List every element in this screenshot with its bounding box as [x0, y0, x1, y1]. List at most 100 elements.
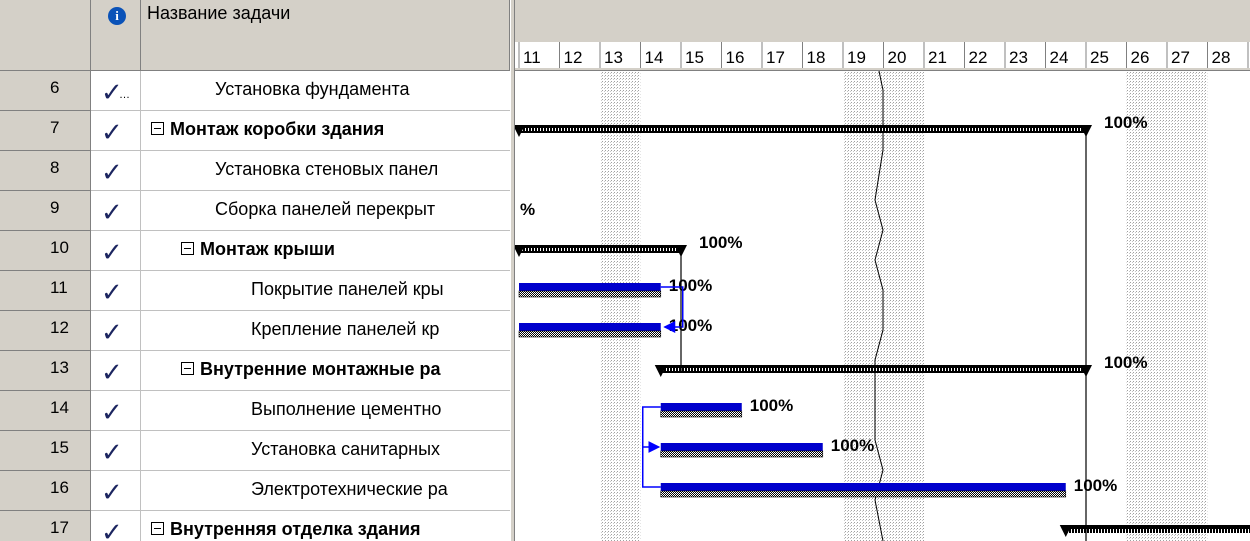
table-row[interactable]: 14 ✓ Выполнение цементно — [0, 391, 510, 431]
completed-check-icon: ✓ — [101, 237, 123, 267]
task-name: Сборка панелей перекрыт — [215, 199, 436, 219]
task-name-cell[interactable]: Электротехнические ра — [141, 471, 510, 511]
row-number[interactable]: 8 — [0, 151, 91, 191]
row-number[interactable]: 15 — [0, 431, 91, 471]
more-indicators-icon: … — [119, 89, 130, 101]
task-name-header[interactable]: Название задачи — [141, 0, 510, 71]
task-bar[interactable] — [519, 323, 661, 331]
table-row[interactable]: 12 ✓ Крепление панелей кр — [0, 311, 510, 351]
completed-check-icon: ✓ — [101, 317, 123, 347]
day-label: 22 — [969, 48, 988, 67]
table-row[interactable]: 16 ✓ Электротехнические ра — [0, 471, 510, 511]
task-name-cell[interactable]: Монтаж крыши — [141, 231, 510, 271]
row-number-header[interactable] — [0, 0, 91, 71]
table-row[interactable]: 13 ✓ Внутренние монтажные ра — [0, 351, 510, 391]
indicator-cell: ✓ — [91, 191, 141, 231]
task-bar[interactable] — [519, 283, 661, 291]
task-bar[interactable] — [660, 403, 742, 411]
task-name: Внутренняя отделка здания — [170, 519, 421, 539]
summary-bar-top — [1065, 525, 1250, 528]
gantt-chart[interactable]: 1112131415161718192021222324252627282910… — [515, 0, 1250, 541]
day-label: 21 — [928, 48, 947, 67]
row-number[interactable]: 14 — [0, 391, 91, 431]
task-name-cell[interactable]: Внутренние монтажные ра — [141, 351, 510, 391]
table-row[interactable]: 11 ✓ Покрытие панелей кры — [0, 271, 510, 311]
day-label: 13 — [604, 48, 623, 67]
task-name-cell[interactable]: Покрытие панелей кры — [141, 271, 510, 311]
percent-complete-label: 100% — [831, 436, 874, 455]
completed-check-icon: ✓ — [101, 357, 123, 387]
gantt-svg[interactable]: 1112131415161718192021222324252627282910… — [515, 0, 1250, 541]
task-name-cell[interactable]: Монтаж коробки здания — [141, 111, 510, 151]
row-number[interactable]: 13 — [0, 351, 91, 391]
table-row[interactable]: 10 ✓ Монтаж крыши — [0, 231, 510, 271]
task-name: Установка санитарных — [251, 439, 441, 459]
completed-check-icon: ✓ — [101, 277, 123, 307]
task-bar[interactable] — [660, 443, 823, 451]
task-name: Установка стеновых панел — [215, 159, 439, 179]
task-name-cell[interactable]: Сборка панелей перекрыт — [141, 191, 510, 231]
nonworking-shade — [843, 71, 884, 541]
day-label: 27 — [1171, 48, 1190, 67]
project-window: i Название задачи 6 ✓… Установка фундамент… — [0, 0, 1250, 541]
day-label: 17 — [766, 48, 785, 67]
percent-complete-label: % — [520, 200, 535, 219]
task-name-cell[interactable]: Установка санитарных — [141, 431, 510, 471]
nonworking-shade — [1126, 71, 1167, 541]
row-number[interactable]: 10 — [0, 231, 91, 271]
task-bar[interactable] — [660, 483, 1066, 491]
task-name-cell[interactable]: Установка стеновых панел — [141, 151, 510, 191]
collapse-toggle-icon[interactable] — [181, 242, 194, 255]
row-number[interactable]: 6 — [0, 71, 91, 111]
table-row[interactable]: 17 ✓ Внутренняя отделка здания — [0, 511, 510, 541]
percent-complete-label: 100% — [1104, 353, 1147, 372]
table-row[interactable]: 9 ✓ Сборка панелей перекрыт — [0, 191, 510, 231]
table-row[interactable]: 15 ✓ Установка санитарных — [0, 431, 510, 471]
day-label: 24 — [1050, 48, 1069, 67]
task-name-cell[interactable]: Внутренняя отделка здания — [141, 511, 510, 541]
day-label: 23 — [1009, 48, 1028, 67]
baseline-bar — [519, 331, 661, 337]
task-table: i Название задачи 6 ✓… Установка фундамент… — [0, 0, 510, 541]
day-label: 25 — [1090, 48, 1109, 67]
nonworking-shade — [883, 71, 924, 541]
baseline-bar — [660, 491, 1066, 497]
table-row[interactable]: 6 ✓… Установка фундамента — [0, 71, 510, 111]
row-number[interactable]: 16 — [0, 471, 91, 511]
indicator-cell: ✓ — [91, 271, 141, 311]
indicator-cell: ✓ — [91, 231, 141, 271]
task-name: Покрытие панелей кры — [251, 279, 444, 299]
row-number[interactable]: 17 — [0, 511, 91, 541]
task-name-cell[interactable]: Выполнение цементно — [141, 391, 510, 431]
table-row[interactable]: 7 ✓ Монтаж коробки здания — [0, 111, 510, 151]
task-name-cell[interactable]: Установка фундамента — [141, 71, 510, 111]
baseline-bar — [660, 451, 823, 457]
summary-bar-top — [660, 365, 1086, 368]
task-name: Установка фундамента — [215, 79, 410, 99]
day-label: 19 — [847, 48, 866, 67]
completed-check-icon: ✓ — [101, 397, 123, 427]
collapse-toggle-icon[interactable] — [181, 362, 194, 375]
nonworking-shade — [1167, 71, 1208, 541]
indicator-cell: ✓ — [91, 391, 141, 431]
day-label: 20 — [888, 48, 907, 67]
completed-check-icon: ✓ — [101, 117, 123, 147]
row-number[interactable]: 11 — [0, 271, 91, 311]
indicator-cell: ✓ — [91, 111, 141, 151]
table-row[interactable]: 8 ✓ Установка стеновых панел — [0, 151, 510, 191]
summary-bar-top — [519, 245, 681, 248]
task-name: Монтаж крыши — [200, 239, 335, 259]
percent-complete-label: 100% — [1104, 113, 1147, 132]
row-number[interactable]: 7 — [0, 111, 91, 151]
row-number[interactable]: 12 — [0, 311, 91, 351]
row-number[interactable]: 9 — [0, 191, 91, 231]
collapse-toggle-icon[interactable] — [151, 522, 164, 535]
day-label: 14 — [645, 48, 664, 67]
percent-complete-label: 100% — [1074, 476, 1117, 495]
indicator-cell: ✓ — [91, 471, 141, 511]
completed-check-icon: ✓ — [101, 437, 123, 467]
indicators-header[interactable]: i — [91, 0, 141, 71]
indicator-cell: ✓… — [91, 71, 141, 111]
collapse-toggle-icon[interactable] — [151, 122, 164, 135]
task-name-cell[interactable]: Крепление панелей кр — [141, 311, 510, 351]
